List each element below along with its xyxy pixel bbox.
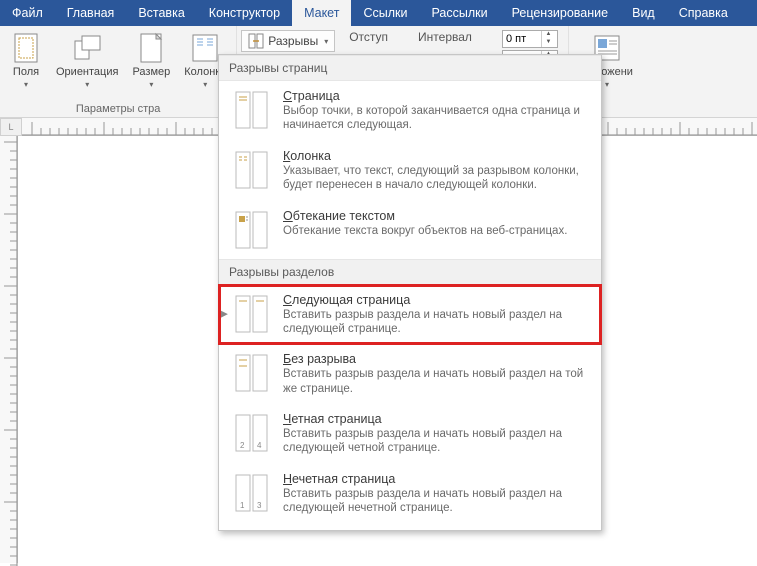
margins-button[interactable]: Поля ▾: [6, 30, 46, 91]
caret-icon: ▾: [605, 80, 609, 89]
breaks-icon: [248, 33, 264, 49]
breaks-option[interactable]: ▶ Следующая страницаВставить разрыв разде…: [219, 285, 601, 345]
spacing-label: Интервал: [418, 30, 472, 44]
breaks-option[interactable]: 24Четная страницаВставить разрыв раздела…: [219, 404, 601, 464]
tab-file[interactable]: Файл: [0, 0, 55, 26]
option-description: Выбор точки, в которой заканчивается одн…: [283, 104, 589, 133]
tab-home[interactable]: Главная: [55, 0, 127, 26]
tab-mailings[interactable]: Рассылки: [419, 0, 499, 26]
vertical-ruler[interactable]: [0, 136, 18, 563]
tab-references[interactable]: Ссылки: [351, 0, 419, 26]
option-title: Обтекание текстом: [283, 209, 589, 223]
section-header-page-breaks: Разрывы страниц: [219, 55, 601, 81]
option-thumb-icon: [233, 149, 271, 191]
caret-icon: ▾: [324, 37, 328, 46]
size-icon: [135, 32, 167, 64]
option-description: Указывает, что текст, следующий за разры…: [283, 164, 589, 193]
size-label: Размер: [132, 66, 170, 78]
option-title: Четная страница: [283, 412, 589, 426]
tab-review[interactable]: Рецензирование: [500, 0, 621, 26]
breaks-option[interactable]: Без разрываВставить разрыв раздела и нач…: [219, 344, 601, 404]
option-thumb-icon: [233, 209, 271, 251]
breaks-label: Разрывы: [268, 34, 318, 48]
option-title: Нечетная страница: [283, 472, 589, 486]
down-arrow-icon[interactable]: ▼: [542, 39, 555, 47]
breaks-option[interactable]: КолонкаУказывает, что текст, следующий з…: [219, 141, 601, 201]
breaks-option[interactable]: 13Нечетная страницаВставить разрыв разде…: [219, 464, 601, 524]
tab-help[interactable]: Справка: [667, 0, 740, 26]
caret-icon: ▾: [85, 80, 89, 89]
orientation-label: Ориентация: [56, 66, 118, 78]
tab-layout[interactable]: Макет: [292, 0, 351, 26]
option-description: Вставить разрыв раздела и начать новый р…: [283, 427, 589, 456]
svg-text:3: 3: [257, 501, 262, 510]
size-button[interactable]: Размер ▾: [128, 30, 174, 91]
page-setup-group-label: Параметры стра: [76, 101, 160, 115]
option-description: Вставить разрыв раздела и начать новый р…: [283, 487, 589, 516]
breaks-dropdown: Разрывы страниц СтраницаВыбор точки, в к…: [218, 54, 602, 531]
option-description: Вставить разрыв раздела и начать новый р…: [283, 308, 589, 337]
breaks-option[interactable]: Обтекание текстомОбтекание текста вокруг…: [219, 201, 601, 259]
caret-icon: ▾: [149, 80, 153, 89]
margins-label: Поля: [13, 66, 39, 78]
option-thumb-icon: 13: [233, 472, 271, 514]
option-description: Обтекание текста вокруг объектов на веб-…: [283, 224, 589, 238]
tab-view[interactable]: Вид: [620, 0, 667, 26]
breaks-button[interactable]: Разрывы ▾: [241, 30, 335, 52]
option-title: Без разрыва: [283, 352, 589, 366]
spacing-before-spinner[interactable]: ▲▼: [502, 30, 558, 48]
selection-arrow-icon: ▶: [221, 309, 228, 320]
option-title: Колонка: [283, 149, 589, 163]
section-header-section-breaks: Разрывы разделов: [219, 259, 601, 285]
option-thumb-icon: [233, 352, 271, 394]
ribbon-tabs: Файл Главная Вставка Конструктор Макет С…: [0, 0, 757, 26]
breaks-option[interactable]: СтраницаВыбор точки, в которой заканчива…: [219, 81, 601, 141]
option-thumb-icon: 24: [233, 412, 271, 454]
option-title: Страница: [283, 89, 589, 103]
option-thumb-icon: [233, 293, 271, 335]
group-page-setup: Поля ▾ Ориентация ▾ Размер ▾: [0, 26, 237, 117]
margins-icon: [10, 32, 42, 64]
spacing-before-input[interactable]: [503, 33, 541, 45]
option-thumb-icon: [233, 89, 271, 131]
orientation-button[interactable]: Ориентация ▾: [52, 30, 122, 91]
caret-icon: ▾: [24, 80, 28, 89]
columns-icon: [189, 32, 221, 64]
option-title: Следующая страница: [283, 293, 589, 307]
option-description: Вставить разрыв раздела и начать новый р…: [283, 367, 589, 396]
orientation-icon: [71, 32, 103, 64]
up-arrow-icon[interactable]: ▲: [542, 31, 555, 39]
svg-text:1: 1: [240, 501, 245, 510]
ruler-corner: L: [0, 118, 22, 136]
tab-insert[interactable]: Вставка: [126, 0, 196, 26]
svg-text:4: 4: [257, 441, 262, 450]
svg-text:2: 2: [240, 441, 245, 450]
tab-design[interactable]: Конструктор: [197, 0, 292, 26]
caret-icon: ▾: [203, 80, 207, 89]
indent-label: Отступ: [349, 30, 388, 44]
